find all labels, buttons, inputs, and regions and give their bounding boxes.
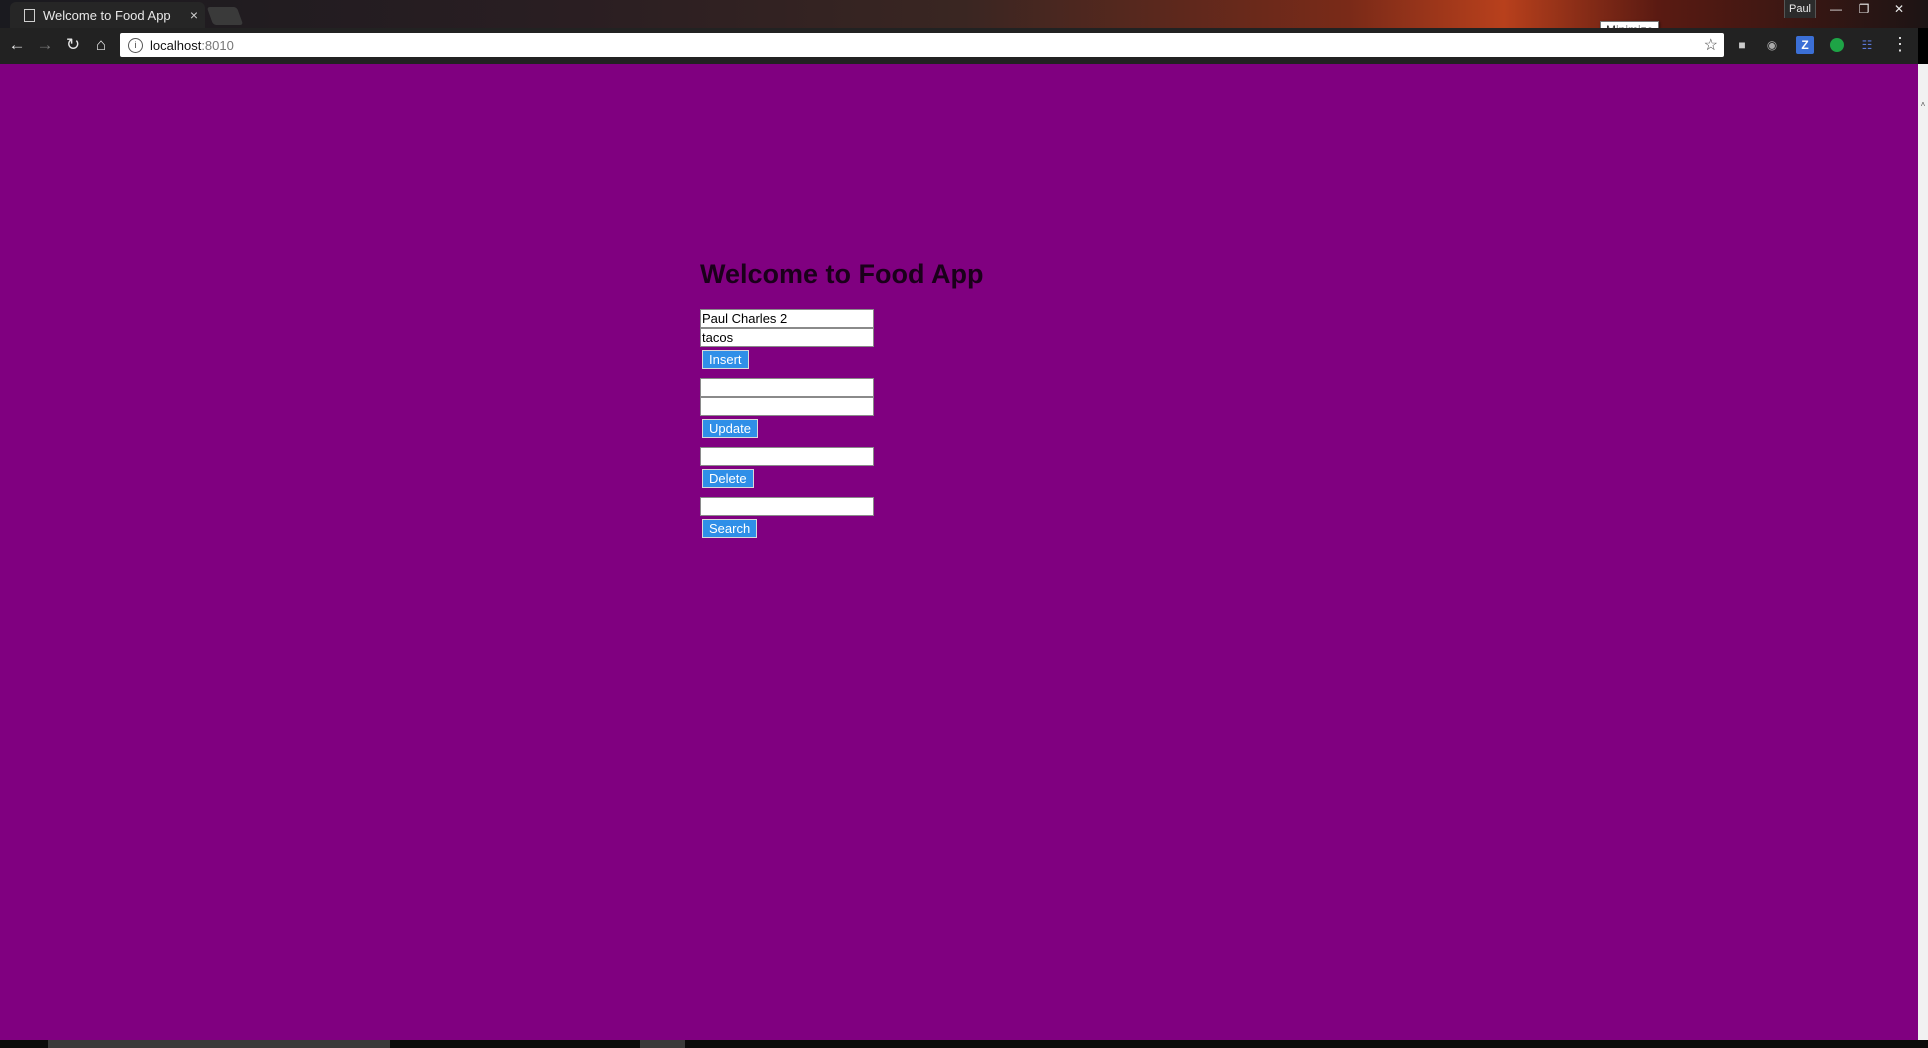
bookmark-star-icon[interactable]: ☆ — [1704, 35, 1718, 55]
insert-button[interactable]: Insert — [702, 350, 749, 369]
close-tab-icon[interactable]: × — [183, 7, 205, 23]
minimize-icon[interactable]: — — [1822, 0, 1850, 18]
restore-icon[interactable]: ❐ — [1850, 0, 1878, 18]
scroll-up-icon[interactable]: ˄ — [1918, 100, 1928, 109]
extension-shield-icon[interactable]: ◉ — [1763, 36, 1781, 54]
kebab-menu-icon[interactable]: ⋮ — [1890, 34, 1910, 55]
insert-food-input[interactable] — [700, 328, 874, 347]
new-tab-button[interactable] — [206, 7, 244, 25]
page-body: Welcome to Food App Insert Update Delete… — [0, 64, 1918, 1040]
update-button[interactable]: Update — [702, 419, 758, 438]
reload-icon[interactable]: ↻ — [62, 34, 84, 56]
info-icon[interactable]: i — [128, 37, 143, 53]
extension-translate-icon[interactable]: ☷ — [1858, 36, 1876, 54]
home-icon[interactable]: ⌂ — [90, 34, 112, 56]
delete-button[interactable]: Delete — [702, 469, 754, 488]
search-field[interactable] — [700, 497, 874, 516]
update-field-1[interactable] — [700, 378, 874, 397]
browser-tab[interactable]: Welcome to Food App × — [10, 2, 205, 28]
page-title: Welcome to Food App — [700, 259, 984, 289]
vertical-scrollbar[interactable]: ˄ — [1918, 64, 1928, 1040]
delete-field[interactable] — [700, 447, 874, 466]
url-host: localhost — [150, 37, 202, 53]
browser-toolbar: ← → ↻ ⌂ i localhost:8010 ☆ ■ ◉ Z ☷ ⋮ — [0, 28, 1918, 64]
food-app-form: Welcome to Food App Insert Update Delete… — [700, 259, 984, 541]
taskbar-segment[interactable] — [640, 1040, 685, 1048]
taskbar-strip — [0, 1040, 1928, 1048]
back-arrow-icon[interactable]: ← — [6, 34, 28, 56]
taskbar-segment[interactable] — [48, 1040, 390, 1048]
page-icon — [24, 8, 35, 22]
browser-titlebar: Welcome to Food App × Paul — ❐ ✕ Minimiz… — [0, 0, 1928, 39]
insert-name-input[interactable] — [700, 309, 874, 328]
extension-square-icon[interactable]: ■ — [1733, 36, 1751, 54]
extension-green-dot-icon[interactable] — [1828, 36, 1846, 54]
address-bar[interactable]: i localhost:8010 ☆ — [120, 33, 1724, 57]
profile-button[interactable]: Paul — [1784, 0, 1816, 18]
update-field-2[interactable] — [700, 397, 874, 416]
close-window-icon[interactable]: ✕ — [1880, 0, 1918, 18]
url-port: :8010 — [201, 37, 234, 53]
forward-arrow-icon[interactable]: → — [34, 34, 56, 56]
search-button[interactable]: Search — [702, 519, 758, 538]
tab-title: Welcome to Food App — [43, 7, 171, 23]
extension-z-icon[interactable]: Z — [1796, 36, 1814, 54]
